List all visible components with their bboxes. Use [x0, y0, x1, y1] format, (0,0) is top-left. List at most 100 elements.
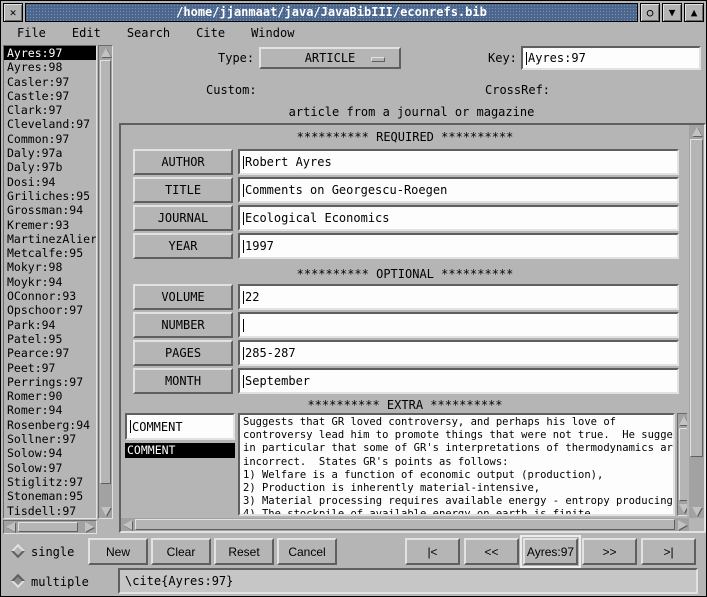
reference-list-item[interactable]: Stiglitz:97 — [4, 475, 96, 489]
reference-list-item[interactable]: Tisdell:97 — [4, 504, 96, 518]
field-label-button[interactable]: TITLE — [133, 177, 233, 203]
menu-item[interactable]: File — [11, 25, 52, 41]
field-label-button[interactable]: VOLUME — [133, 284, 233, 310]
sidebar-vertical-scrollbar[interactable] — [98, 45, 113, 519]
field-input[interactable]: 22 — [238, 284, 679, 310]
reference-list-item[interactable]: Perrings:97 — [4, 375, 96, 389]
close-icon[interactable]: ✕ — [3, 3, 23, 22]
scroll-left-icon[interactable] — [6, 521, 15, 533]
scrollbar-thumb[interactable] — [690, 139, 703, 457]
reference-list-item[interactable]: Ayres:97 — [4, 46, 96, 60]
scroll-up-icon[interactable] — [99, 48, 112, 57]
reference-list-item[interactable]: Sollner:97 — [4, 432, 96, 446]
single-mode-radio[interactable] — [11, 544, 25, 558]
field-input[interactable] — [238, 312, 679, 338]
single-mode-label[interactable]: single — [31, 545, 74, 559]
reference-list-item[interactable]: Kremer:93 — [4, 218, 96, 232]
menu-item[interactable]: Edit — [66, 25, 107, 41]
reference-list-item[interactable]: Solow:97 — [4, 461, 96, 475]
menu-item[interactable]: Window — [245, 25, 300, 41]
scroll-down-icon[interactable] — [99, 507, 112, 516]
nav-button[interactable]: << — [464, 538, 519, 565]
comment-textarea[interactable]: Suggests that GR loved controversy, and … — [238, 413, 675, 516]
scroll-up-icon[interactable] — [689, 127, 704, 136]
scrollbar-thumb[interactable] — [18, 522, 78, 532]
key-input[interactable]: Ayres:97 — [521, 46, 701, 70]
reference-list-item[interactable]: OConnor:93 — [4, 289, 96, 303]
field-label-button[interactable]: YEAR — [133, 233, 233, 259]
iconify-icon[interactable]: ○ — [640, 3, 660, 22]
reference-list-item[interactable]: Stoneman:95 — [4, 489, 96, 503]
field-label-button[interactable]: MONTH — [133, 368, 233, 394]
reference-list-item[interactable]: Peet:97 — [4, 361, 96, 375]
comment-vertical-scrollbar[interactable] — [677, 413, 687, 516]
titlebar[interactable]: ✕ /home/jjanmaat/java/JavaBibIII/econref… — [3, 3, 704, 22]
multiple-mode-radio[interactable] — [11, 574, 25, 588]
scroll-down-icon[interactable] — [678, 504, 687, 513]
scroll-left-icon[interactable] — [123, 518, 132, 531]
reference-list-item[interactable]: Metcalfe:95 — [4, 246, 96, 260]
maximize-icon[interactable]: ▲ — [684, 3, 704, 22]
field-label-button[interactable]: JOURNAL — [133, 205, 233, 231]
reference-list-item[interactable]: Rosenberg:94 — [4, 418, 96, 432]
scrollbar-thumb[interactable] — [100, 60, 111, 484]
reference-list-item[interactable]: Ayres:98 — [4, 60, 96, 74]
reference-list-item[interactable]: Castle:97 — [4, 89, 96, 103]
reference-list-item[interactable]: Griliches:95 — [4, 189, 96, 203]
scrollbar-thumb[interactable] — [679, 428, 687, 501]
multiple-mode-label[interactable]: multiple — [31, 575, 89, 589]
type-dropdown[interactable]: ARTICLE — [259, 47, 401, 69]
field-label-button[interactable]: PAGES — [133, 340, 233, 366]
reference-list-item[interactable]: Daly:97a — [4, 146, 96, 160]
scroll-down-icon[interactable] — [689, 507, 704, 516]
scroll-right-icon[interactable] — [678, 518, 687, 531]
reference-list-item[interactable]: Mokyr:98 — [4, 260, 96, 274]
reference-list-item[interactable]: Dosi:94 — [4, 175, 96, 189]
form-horizontal-scrollbar[interactable] — [121, 518, 689, 531]
scroll-right-icon[interactable] — [85, 521, 94, 533]
action-button[interactable]: New — [88, 538, 148, 565]
menu-item[interactable]: Cite — [190, 25, 231, 41]
reference-list-item[interactable]: Pearce:97 — [4, 346, 96, 360]
reference-list-item[interactable]: Park:94 — [4, 318, 96, 332]
scroll-up-icon[interactable] — [678, 416, 687, 425]
nav-button[interactable]: Ayres:97 — [523, 538, 578, 565]
action-button[interactable]: Cancel — [277, 538, 337, 565]
scrollbar-thumb[interactable] — [135, 519, 675, 530]
field-input[interactable]: 285-287 — [238, 340, 679, 366]
nav-button[interactable]: |< — [405, 538, 460, 565]
extra-field-list-item[interactable]: COMMENT — [125, 443, 235, 458]
field-input[interactable]: Robert Ayres — [238, 149, 679, 175]
reference-list-item[interactable]: Moykr:94 — [4, 275, 96, 289]
field-input[interactable]: September — [238, 368, 679, 394]
menu-item[interactable]: Search — [121, 25, 176, 41]
action-button[interactable]: Clear — [151, 538, 211, 565]
reference-list-item[interactable]: Common:97 — [4, 132, 96, 146]
reference-list-item[interactable]: Romer:90 — [4, 389, 96, 403]
action-button[interactable]: Reset — [214, 538, 274, 565]
field-label-button[interactable]: AUTHOR — [133, 149, 233, 175]
extra-field-list[interactable]: COMMENT — [125, 443, 235, 516]
lower-icon[interactable]: ▼ — [662, 3, 682, 22]
field-input[interactable]: Comments on Georgescu-Roegen — [238, 177, 679, 203]
reference-list-item[interactable]: MartinezAlier:97 — [4, 232, 96, 246]
cite-input[interactable]: \cite{Ayres:97} — [118, 568, 698, 594]
form-vertical-scrollbar[interactable] — [689, 125, 704, 518]
reference-list[interactable]: Ayres:97Ayres:98Casler:97Castle:97Clark:… — [3, 45, 97, 519]
reference-list-item[interactable]: Patel:95 — [4, 332, 96, 346]
reference-list-item[interactable]: Clark:97 — [4, 103, 96, 117]
reference-list-item[interactable]: Opschoor:97 — [4, 303, 96, 317]
reference-list-item[interactable]: Daly:97b — [4, 160, 96, 174]
field-input[interactable]: 1997 — [238, 233, 679, 259]
reference-list-item[interactable]: Solow:94 — [4, 446, 96, 460]
window-title[interactable]: /home/jjanmaat/java/JavaBibIII/econrefs.… — [25, 3, 638, 22]
nav-button[interactable]: >| — [641, 538, 696, 565]
reference-list-item[interactable]: Grossman:94 — [4, 203, 96, 217]
field-label-button[interactable]: NUMBER — [133, 312, 233, 338]
extra-field-input[interactable]: COMMENT — [125, 413, 235, 440]
sidebar-horizontal-scrollbar[interactable] — [3, 520, 97, 534]
nav-button[interactable]: >> — [582, 538, 637, 565]
reference-list-item[interactable]: Romer:94 — [4, 403, 96, 417]
reference-list-item[interactable]: Cleveland:97 — [4, 117, 96, 131]
field-input[interactable]: Ecological Economics — [238, 205, 679, 231]
